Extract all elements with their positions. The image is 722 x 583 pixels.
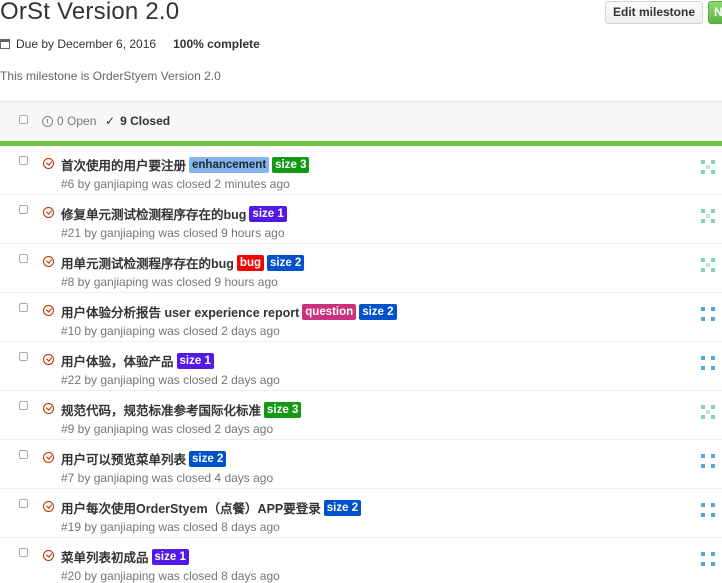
issue-title: 修复单元测试检测程序存在的bug <box>61 208 247 222</box>
issue-closed-icon <box>43 403 54 414</box>
issue-checkbox[interactable] <box>19 450 28 459</box>
issue-checkbox[interactable] <box>19 156 28 165</box>
milestone-meta: Due by December 6, 2016 100% complete <box>0 37 260 51</box>
issue-meta: #6 by ganjiaping was closed 2 minutes ag… <box>61 177 290 191</box>
issue-label[interactable]: bug <box>236 254 264 271</box>
milestone-description: This milestone is OrderStyem Version 2.0 <box>0 69 221 83</box>
issue-title: 用单元测试检测程序存在的bug <box>61 257 234 271</box>
issue-label[interactable]: size 3 <box>264 401 302 418</box>
assignee-avatar[interactable] <box>701 405 715 419</box>
issue-title: 用户可以预览菜单列表 <box>61 453 187 467</box>
select-all-checkbox[interactable] <box>19 115 28 124</box>
completion-status: 100% complete <box>173 37 260 51</box>
issue-closed-icon <box>43 501 54 512</box>
closed-count: 9 Closed <box>120 114 171 128</box>
issue-meta: #22 by ganjiaping was closed 2 days ago <box>61 373 280 387</box>
issue-label[interactable]: size 2 <box>189 450 227 467</box>
issue-filter-bar: 0 Open ✓ 9 Closed <box>0 101 722 141</box>
issue-label[interactable]: size 2 <box>267 254 305 271</box>
assignee-avatar[interactable] <box>701 356 715 370</box>
issue-checkbox[interactable] <box>19 499 28 508</box>
issue-checkbox[interactable] <box>19 205 28 214</box>
issue-closed-icon <box>43 550 54 561</box>
issue-label[interactable]: size 2 <box>323 499 362 516</box>
assignee-avatar[interactable] <box>701 503 715 517</box>
issue-meta: #21 by ganjiaping was closed 9 hours ago <box>61 226 285 240</box>
issue-checkbox[interactable] <box>19 352 28 361</box>
issue-title-link[interactable]: 用户体验，体验产品 size 1 <box>61 351 214 370</box>
issue-title-link[interactable]: 菜单列表初成品 size 1 <box>61 547 189 566</box>
assignee-avatar[interactable] <box>701 258 715 272</box>
issue-title-link[interactable]: 用户每次使用OrderStyem（点餐）APP要登录 size 2 <box>61 498 362 517</box>
issue-meta: #9 by ganjiaping was closed 2 days ago <box>61 422 274 436</box>
issue-row: 用户每次使用OrderStyem（点餐）APP要登录 size 2 #19 by g… <box>0 489 722 538</box>
issue-title: 菜单列表初成品 <box>61 551 149 565</box>
assignee-avatar[interactable] <box>701 552 715 566</box>
assignee-avatar[interactable] <box>701 307 715 321</box>
issue-meta: #20 by ganjiaping was closed 8 days ago <box>61 569 280 583</box>
issue-title-link[interactable]: 用单元测试检测程序存在的bug bug size 2 <box>61 253 305 272</box>
issue-checkbox[interactable] <box>19 401 28 410</box>
issue-meta: #10 by ganjiaping was closed 2 days ago <box>61 324 280 338</box>
issue-label[interactable]: size 1 <box>176 352 214 369</box>
milestone-title: OrSt Version 2.0 <box>0 0 180 25</box>
issue-title: 规范代码，规范标准参考国际化标准 <box>61 404 262 418</box>
issue-row: 菜单列表初成品 size 1 #20 by ganjiaping was close… <box>0 538 722 583</box>
issue-row: 规范代码，规范标准参考国际化标准 size 3 #9 by ganjiaping w… <box>0 391 722 440</box>
issue-label[interactable]: size 1 <box>249 205 287 222</box>
issue-opened-icon <box>42 115 53 127</box>
issue-closed-icon <box>43 354 54 365</box>
issue-row: 用户体验，体验产品 size 1 #22 by ganjiaping was clo… <box>0 342 722 391</box>
closed-filter-link[interactable]: ✓ 9 Closed <box>105 114 170 128</box>
issue-checkbox[interactable] <box>19 254 28 263</box>
issue-label[interactable]: size 1 <box>151 548 189 565</box>
issue-row: 修复单元测试检测程序存在的bug size 1 #21 by ganjiaping … <box>0 195 722 244</box>
issue-row: 用单元测试检测程序存在的bug bug size 2 #8 by ganjiaping… <box>0 244 722 293</box>
assignee-avatar[interactable] <box>701 209 715 223</box>
issue-title-link[interactable]: 首次使用的用户要注册 enhancement size 3 <box>61 155 310 174</box>
issue-row: 首次使用的用户要注册 enhancement size 3 #6 by ganjiap… <box>0 146 722 195</box>
issue-closed-icon <box>43 207 54 218</box>
issue-title: 用户体验分析报告 user experience report <box>61 306 300 320</box>
issue-title-link[interactable]: 修复单元测试检测程序存在的bug size 1 <box>61 204 287 223</box>
issue-title: 用户体验，体验产品 <box>61 355 174 369</box>
issue-checkbox[interactable] <box>19 303 28 312</box>
issue-label[interactable]: question <box>302 303 357 320</box>
check-icon: ✓ <box>105 114 116 128</box>
issue-meta: #7 by ganjiaping was closed 4 days ago <box>61 471 274 485</box>
assignee-avatar[interactable] <box>701 160 715 174</box>
issue-label[interactable]: enhancement <box>189 156 270 173</box>
issue-checkbox[interactable] <box>19 548 28 557</box>
issue-title: 用户每次使用OrderStyem（点餐）APP要登录 <box>61 502 321 516</box>
issue-meta: #19 by ganjiaping was closed 8 days ago <box>61 520 280 534</box>
issue-label[interactable]: size 3 <box>272 156 310 173</box>
issue-closed-icon <box>43 158 54 169</box>
open-count: 0 Open <box>57 114 97 128</box>
due-date: Due by December 6, 2016 <box>16 37 157 51</box>
issue-title-link[interactable]: 规范代码，规范标准参考国际化标准 size 3 <box>61 400 302 419</box>
issue-closed-icon <box>43 305 54 316</box>
issue-title-link[interactable]: 用户体验分析报告 user experience report question s… <box>61 302 397 321</box>
issue-list: 首次使用的用户要注册 enhancement size 3 #6 by ganjiap… <box>0 146 722 583</box>
issue-closed-icon <box>43 452 54 463</box>
issue-title: 首次使用的用户要注册 <box>61 159 187 173</box>
issue-meta: #8 by ganjiaping was closed 9 hours ago <box>61 275 278 289</box>
new-issue-button[interactable]: N <box>708 1 722 24</box>
issue-closed-icon <box>43 256 54 267</box>
issue-row: 用户可以预览菜单列表 size 2 #7 by ganjiaping was clo… <box>0 440 722 489</box>
calendar-icon <box>0 39 10 49</box>
issue-row: 用户体验分析报告 user experience report question s… <box>0 293 722 342</box>
open-filter-link[interactable]: 0 Open <box>42 114 96 128</box>
assignee-avatar[interactable] <box>701 454 715 468</box>
issue-label[interactable]: size 2 <box>359 303 397 320</box>
issue-title-link[interactable]: 用户可以预览菜单列表 size 2 <box>61 449 227 468</box>
edit-milestone-button[interactable]: Edit milestone <box>605 1 703 24</box>
